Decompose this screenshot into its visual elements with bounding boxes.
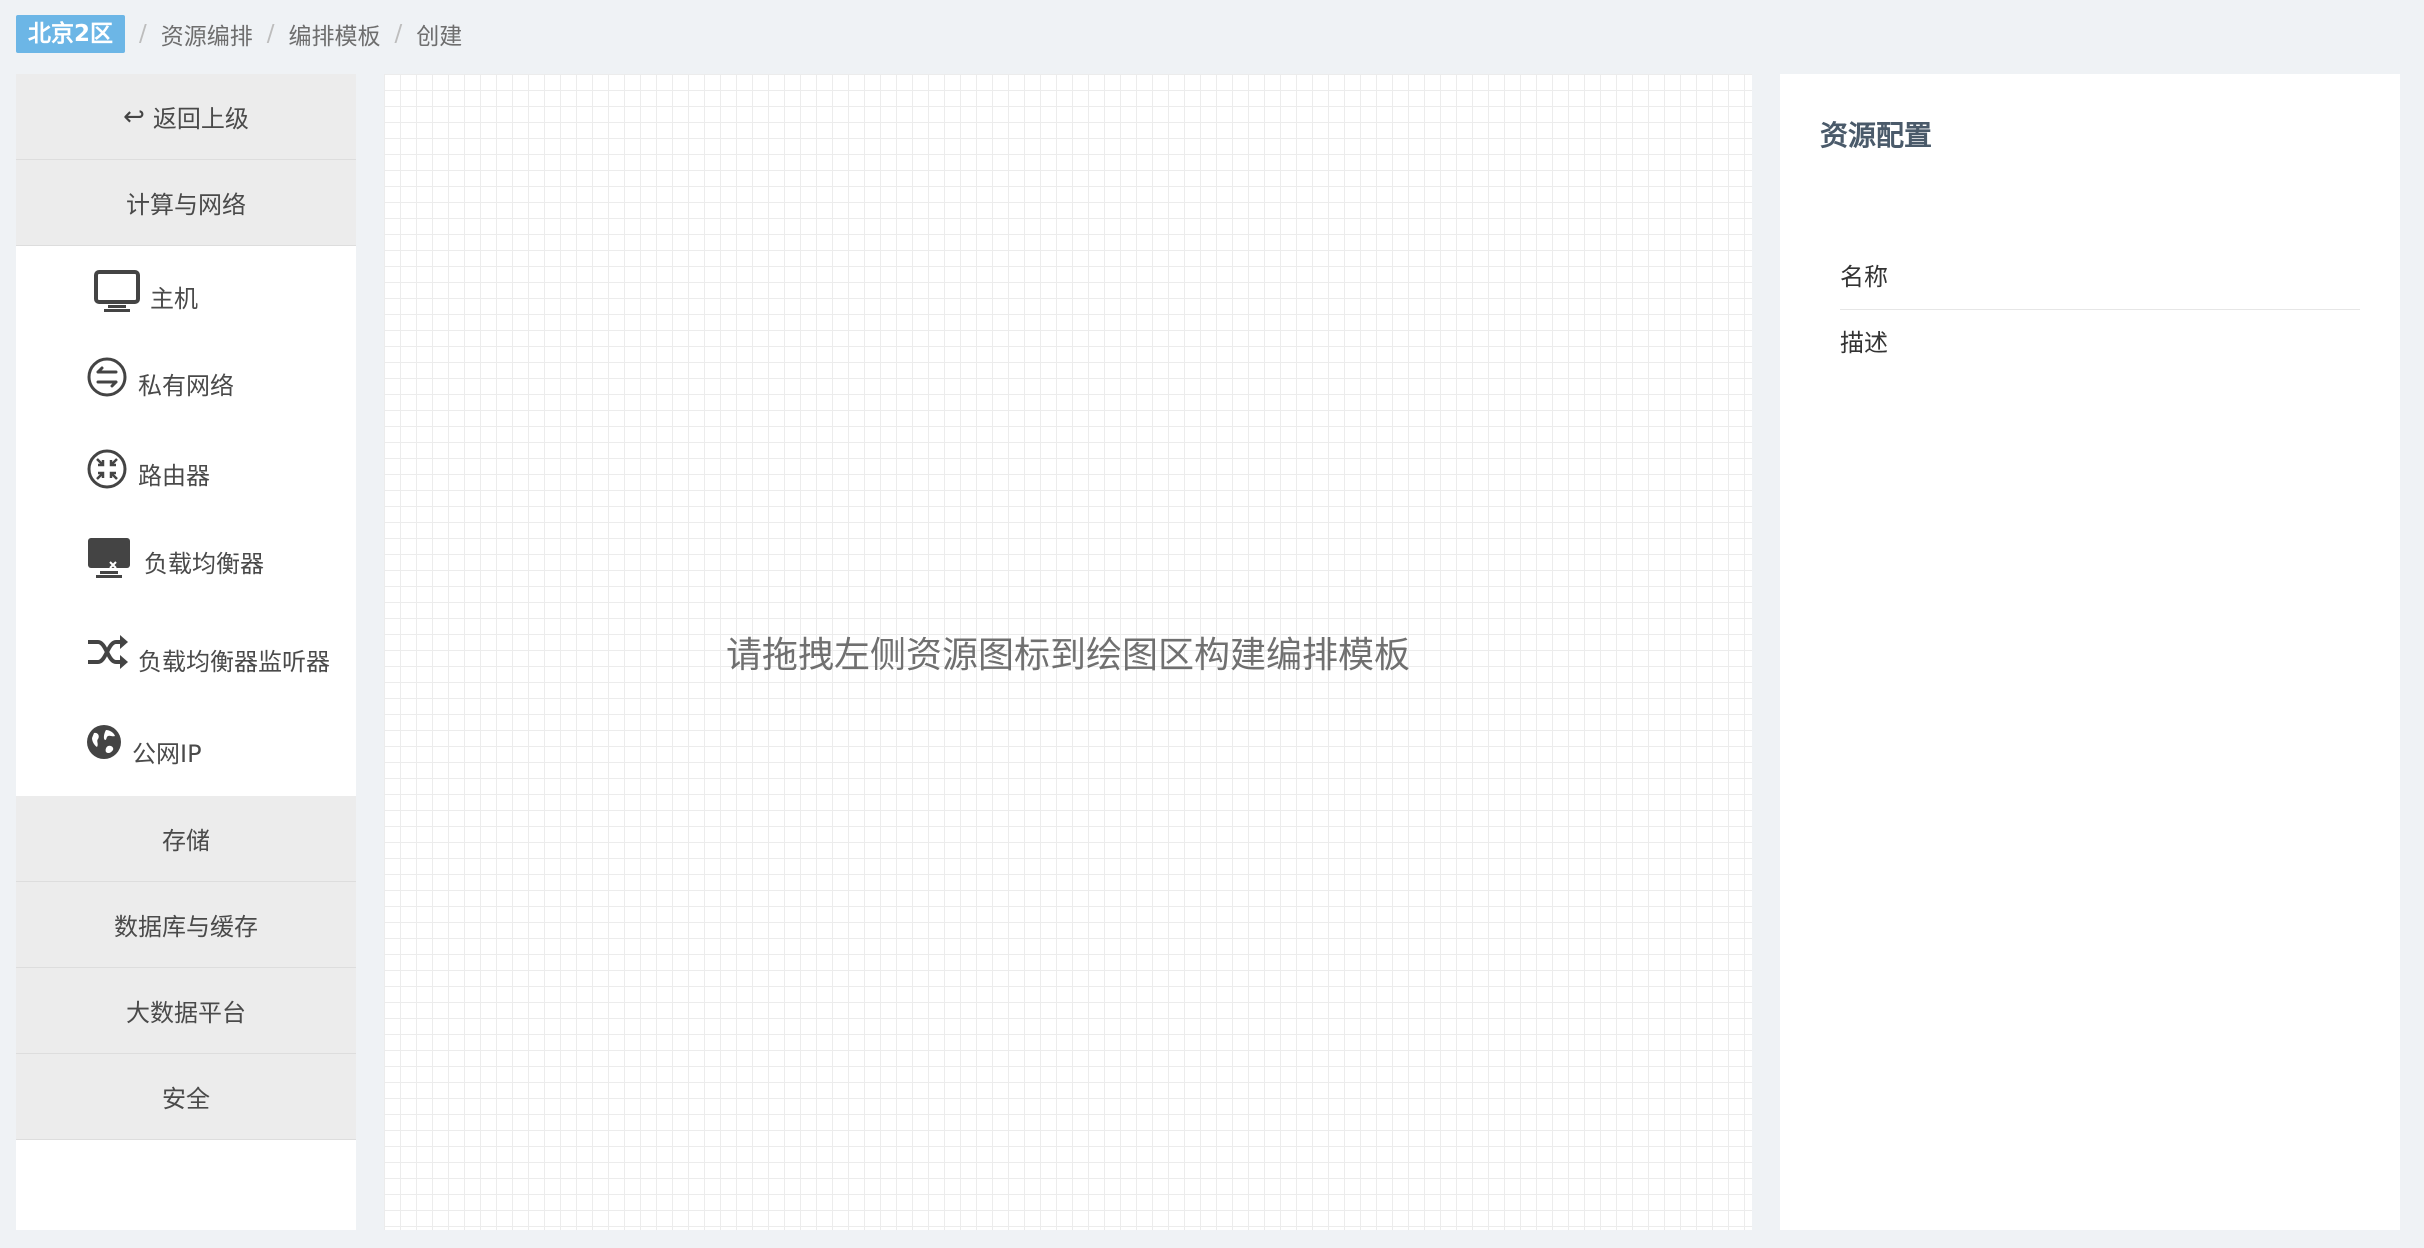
resource-item-vpc[interactable]: 私有网络 xyxy=(16,336,356,428)
config-field-description: 描述 xyxy=(1840,329,1888,357)
region-badge[interactable]: 北京2区 xyxy=(16,15,126,53)
resource-palette: ↩ 返回上级 计算与网络 主机 私有网络 路由器 负载均衡器 负载均衡器监听器 … xyxy=(16,74,356,1230)
load-balancer-icon xyxy=(88,538,130,578)
config-title: 资源配置 xyxy=(1820,119,1933,152)
category-label: 存储 xyxy=(162,827,210,855)
category-security[interactable]: 安全 xyxy=(16,1054,356,1140)
resource-label: 负载均衡器 xyxy=(144,550,264,578)
resource-label: 公网IP xyxy=(132,740,202,768)
resource-config-panel: 资源配置 名称 描述 xyxy=(1780,74,2400,1230)
drawing-canvas[interactable]: 请拖拽左侧资源图标到绘图区构建编排模板 xyxy=(384,74,1752,1230)
globe-icon xyxy=(87,725,121,759)
resource-label: 私有网络 xyxy=(138,372,234,400)
resource-label: 主机 xyxy=(150,285,198,313)
category-storage[interactable]: 存储 xyxy=(16,796,356,882)
category-label: 安全 xyxy=(162,1085,210,1113)
config-field-name: 名称 xyxy=(1840,244,2360,310)
back-label: 返回上级 xyxy=(152,105,249,133)
category-label: 计算与网络 xyxy=(126,191,246,219)
category-label: 数据库与缓存 xyxy=(114,913,258,941)
resource-list: 主机 私有网络 路由器 负载均衡器 负载均衡器监听器 公网IP xyxy=(16,246,356,796)
breadcrumb-item-templates[interactable]: 编排模板 xyxy=(289,17,381,51)
breadcrumb-separator: / xyxy=(394,21,403,47)
category-big-data[interactable]: 大数据平台 xyxy=(16,968,356,1054)
resource-item-lb-listener[interactable]: 负载均衡器监听器 xyxy=(16,612,356,704)
breadcrumb-item-create: 创建 xyxy=(416,24,463,50)
reply-arrow-icon: ↩ xyxy=(123,101,145,132)
breadcrumb: 北京2区 / 资源编排 / 编排模板 / 创建 xyxy=(16,15,462,53)
canvas-hint: 请拖拽左侧资源图标到绘图区构建编排模板 xyxy=(725,635,1410,676)
router-icon xyxy=(87,449,127,489)
monitor-icon xyxy=(94,270,140,312)
category-compute-network[interactable]: 计算与网络 xyxy=(16,160,356,246)
vpc-icon xyxy=(87,357,127,397)
category-label: 大数据平台 xyxy=(126,999,246,1027)
resource-item-host[interactable]: 主机 xyxy=(16,246,356,336)
resource-item-load-balancer[interactable]: 负载均衡器 xyxy=(16,520,356,612)
breadcrumb-separator: / xyxy=(139,21,147,47)
resource-item-router[interactable]: 路由器 xyxy=(16,428,356,520)
breadcrumb-separator: / xyxy=(266,21,275,47)
resource-item-public-ip[interactable]: 公网IP xyxy=(16,704,356,796)
resource-label: 负载均衡器监听器 xyxy=(138,648,330,676)
breadcrumb-item-orchestration[interactable]: 资源编排 xyxy=(161,17,253,51)
shuffle-icon xyxy=(88,635,128,669)
back-button[interactable]: ↩ 返回上级 xyxy=(16,74,356,160)
resource-label: 路由器 xyxy=(138,462,210,490)
category-database-cache[interactable]: 数据库与缓存 xyxy=(16,882,356,968)
